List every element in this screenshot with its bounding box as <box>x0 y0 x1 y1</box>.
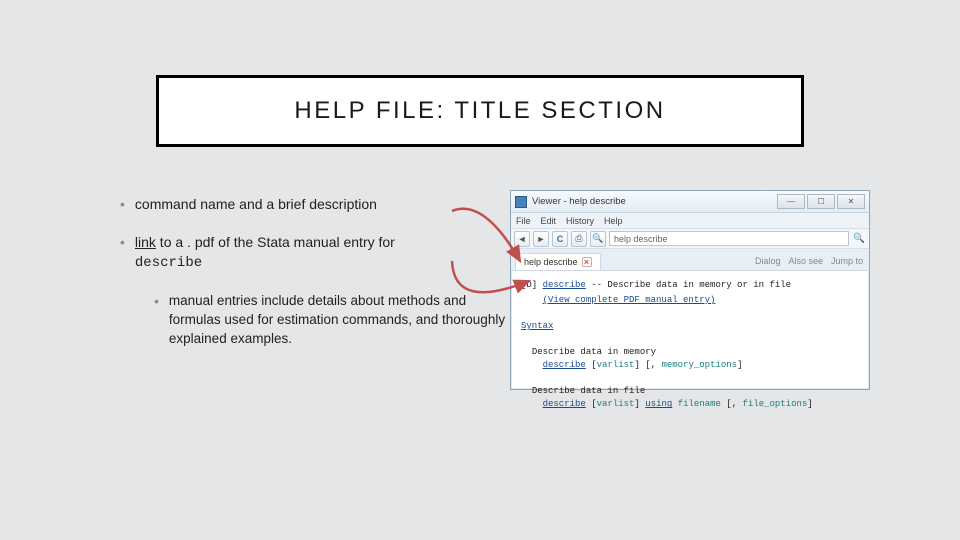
syntax-group-2-line: describe [varlist] using filename [, fil… <box>521 398 859 411</box>
using-keyword: using <box>645 399 672 409</box>
syntax-cmd-1[interactable]: describe <box>543 360 586 370</box>
bullet-2-text: link to a . pdf of the Stata manual entr… <box>135 233 395 274</box>
viewer-toolbar: ◄ ► C ⎙ 🔍 help describe 🔍 <box>511 229 869 249</box>
bullet-2-link-word: link <box>135 234 156 250</box>
menu-edit[interactable]: Edit <box>541 216 557 226</box>
syntax-cmd-2[interactable]: describe <box>543 399 586 409</box>
viewer-tabbar: help describe × Dialog Also see Jump to <box>511 249 869 271</box>
viewer-titlebar[interactable]: Viewer - help describe — ☐ ✕ <box>511 191 869 213</box>
menu-help[interactable]: Help <box>604 216 623 226</box>
stata-viewer-window: Viewer - help describe — ☐ ✕ File Edit H… <box>510 190 870 390</box>
bullet-list: • command name and a brief description •… <box>120 195 515 348</box>
print-button[interactable]: ⎙ <box>571 231 587 247</box>
viewer-title: Viewer - help describe <box>532 196 626 207</box>
address-input[interactable]: help describe <box>609 231 849 246</box>
find-button[interactable]: 🔍 <box>590 231 606 247</box>
bullet-dot-icon: • <box>120 233 125 253</box>
refresh-button[interactable]: C <box>552 231 568 247</box>
bullet-1-text: command name and a brief description <box>135 195 377 215</box>
jump-to-dropdown[interactable]: Jump to <box>831 256 863 266</box>
viewer-menubar: File Edit History Help <box>511 213 869 229</box>
also-see-dropdown[interactable]: Also see <box>788 256 823 266</box>
minimize-button[interactable]: — <box>777 194 805 209</box>
memory-options: memory_options <box>661 360 737 370</box>
title-box: HELP FILE: TITLE SECTION <box>156 75 804 147</box>
syntax-group-1-title: Describe data in memory <box>521 346 859 359</box>
bullet-2: • link to a . pdf of the Stata manual en… <box>120 233 515 274</box>
back-button[interactable]: ◄ <box>514 231 530 247</box>
bullet-dot-icon: • <box>154 292 159 312</box>
slide-title: HELP FILE: TITLE SECTION <box>294 97 665 125</box>
pdf-link-line: (View complete PDF manual entry) <box>521 294 859 307</box>
viewer-app-icon <box>515 196 527 208</box>
varlist-1: varlist <box>597 360 635 370</box>
bullet-3: • manual entries include details about m… <box>154 292 515 349</box>
tab-close-icon[interactable]: × <box>582 257 592 267</box>
title-desc: -- Describe data in memory or in file <box>586 280 791 290</box>
pdf-manual-link[interactable]: (View complete PDF manual entry) <box>543 295 716 305</box>
dialog-dropdown[interactable]: Dialog <box>755 256 781 266</box>
title-line: [D] describe -- Describe data in memory … <box>521 279 859 292</box>
tab-right-controls: Dialog Also see Jump to <box>755 256 863 266</box>
varlist-2: varlist <box>597 399 635 409</box>
syntax-header[interactable]: Syntax <box>521 321 553 331</box>
menu-file[interactable]: File <box>516 216 531 226</box>
bullet-1: • command name and a brief description <box>120 195 515 215</box>
tab-label: help describe <box>524 257 578 267</box>
filename: filename <box>678 399 721 409</box>
tab-help-describe[interactable]: help describe × <box>515 253 601 270</box>
address-text: help describe <box>614 234 668 244</box>
forward-button[interactable]: ► <box>533 231 549 247</box>
syntax-group-2-title: Describe data in file <box>521 385 859 398</box>
slide: HELP FILE: TITLE SECTION • command name … <box>0 0 960 540</box>
bullet-2-code: describe <box>135 255 202 271</box>
bullet-3-text: manual entries include details about met… <box>169 292 515 349</box>
viewer-body: [D] describe -- Describe data in memory … <box>511 271 869 419</box>
maximize-button[interactable]: ☐ <box>807 194 835 209</box>
bullet-dot-icon: • <box>120 195 125 215</box>
window-controls: — ☐ ✕ <box>777 194 865 209</box>
syntax-group-1-line: describe [varlist] [, memory_options] <box>521 359 859 372</box>
close-button[interactable]: ✕ <box>837 194 865 209</box>
file-options: file_options <box>743 399 808 409</box>
menu-history[interactable]: History <box>566 216 594 226</box>
title-cmd-link[interactable]: describe <box>543 280 586 290</box>
search-icon[interactable]: 🔍 <box>852 233 866 244</box>
bullet-2-rest: to a . pdf of the Stata manual entry for <box>156 234 395 250</box>
manual-tag: [D] <box>521 280 543 290</box>
